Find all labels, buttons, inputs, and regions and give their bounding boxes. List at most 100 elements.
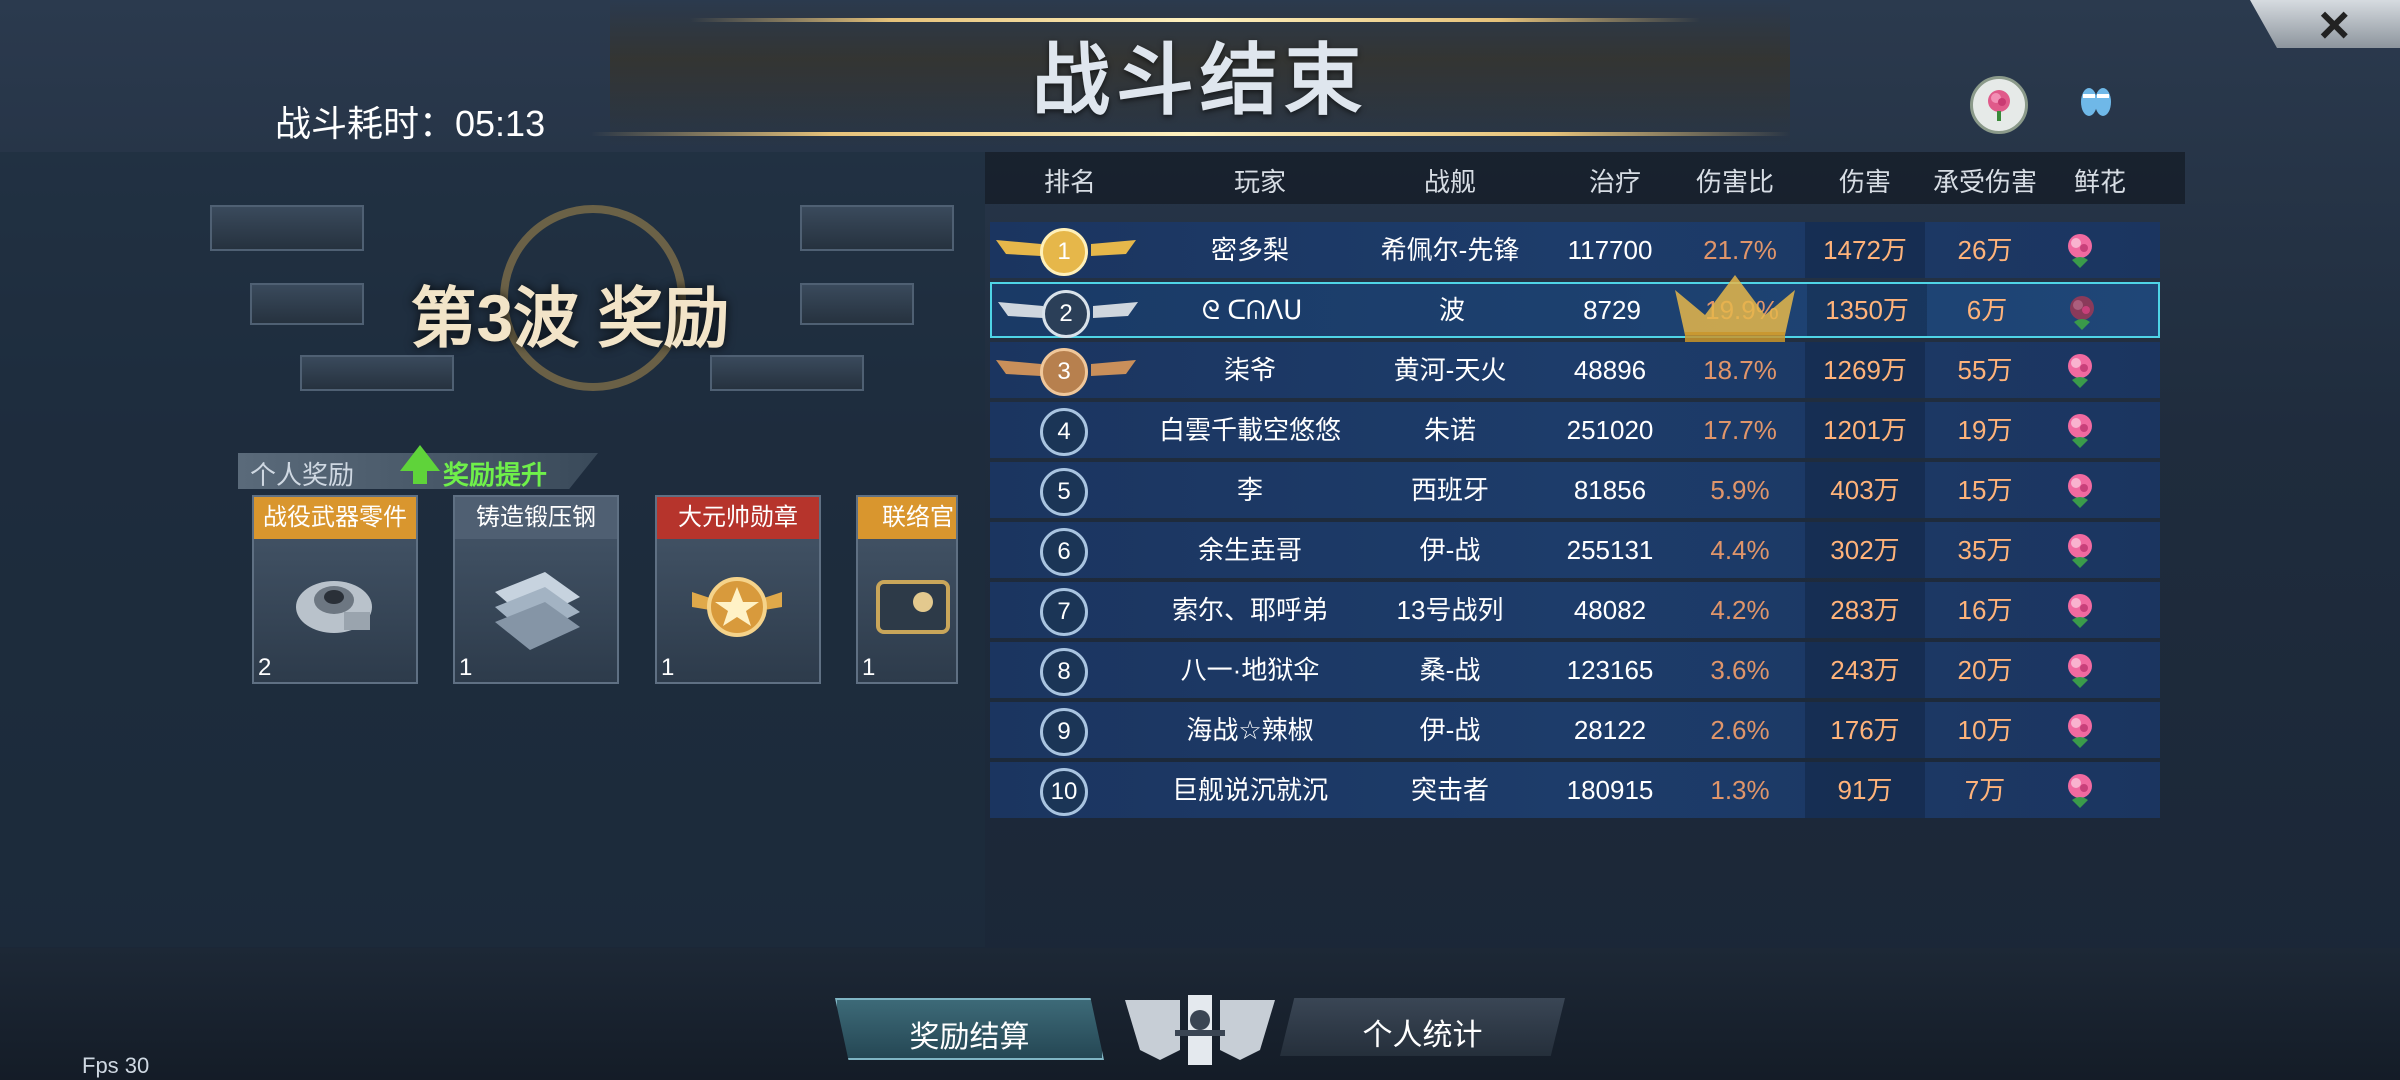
table-row[interactable]: 1 密多梨 希佩尔-先锋 117700 21.7% 1472万 26万 [990,222,2160,278]
player-name: 巨舰说沉就沉 [1171,775,1328,805]
rose-icon[interactable] [2060,650,2100,690]
player-name: 海战☆辣椒 [1186,715,1314,745]
rose-icon[interactable] [2060,710,2100,750]
header-flowers: 鲜花 [2073,167,2126,197]
table-row[interactable]: 10 巨舰说沉就沉 突击者 180915 1.3% 91万 7万 [990,762,2160,818]
item-quantity: 2 [258,654,272,681]
rose-icon[interactable] [2060,470,2100,510]
heal-value: 8729 [1583,295,1641,325]
personal-stats-button[interactable]: 个人统计 [1280,998,1565,1056]
player-name: 白雲千載空悠悠 [1158,415,1341,445]
personal-reward-tab-label: 个人奖励 [250,460,355,490]
ship-name: 黄河-天火 [1393,355,1507,385]
reward-item-marshal-medal[interactable]: 大元帅勋章 1 [655,495,821,684]
damage-taken: 26万 [1957,235,2013,265]
damage-value: 1472万 [1823,235,1907,265]
player-name: ᘓ ᑕᕬᐱᑌ [1201,295,1303,325]
reward-item-liaison-officer[interactable]: 联络官 1 [856,495,958,684]
header-player: 玩家 [1233,167,1286,197]
ship-name: 13号战列 [1396,595,1504,625]
table-row[interactable]: 2ᘓ ᑕᕬᐱᑌ波872919.9%1350万6万 [990,282,2160,338]
damage-value: 1350万 [1825,295,1909,325]
weapon-part-icon [296,581,372,633]
heal-value: 28122 [1573,715,1647,745]
header-damage-taken: 承受伤害 [1932,167,2037,197]
damage-value: 1201万 [1823,415,1907,445]
header-damage-ratio: 伤害比 [1695,167,1774,197]
reward-item-weapon-parts[interactable]: 战役武器零件 2 [252,495,418,684]
damage-value: 302万 [1830,535,1900,565]
wave-reward-title: 第3波 奖励 [410,281,730,355]
rank-badge: 9 [1040,708,1088,756]
item-quantity: 1 [661,654,675,681]
rank-badge: 2 [1042,290,1090,338]
rank-badge: 4 [1040,408,1088,456]
ship-name: 伊-战 [1419,715,1481,745]
heal-value: 48082 [1573,595,1647,625]
rose-icon[interactable] [2060,770,2100,810]
item-name: 铸造锻压钢 [455,497,617,539]
player-name: 柒爷 [1223,355,1276,385]
table-row[interactable]: 8 八一·地狱伞 桑-战 123165 3.6% 243万 20万 [990,642,2160,698]
table-row[interactable]: 3 柒爷 黄河-天火 48896 18.7% 1269万 55万 [990,342,2160,398]
heal-value: 123165 [1566,655,1654,685]
damage-taken: 35万 [1957,535,2013,565]
damage-ratio: 18.7% [1703,355,1777,385]
rose-icon[interactable] [2062,292,2102,332]
player-name: 密多梨 [1210,235,1289,265]
ship-name: 突击者 [1410,775,1489,805]
battle-time: 战斗耗时：05:13 [275,103,546,144]
damage-taken: 7万 [1964,775,2006,805]
ship-name: 西班牙 [1410,475,1489,505]
fps-counter: Fps 30 [82,1053,150,1078]
player-name: 余生垚哥 [1197,535,1302,565]
damage-ratio: 4.2% [1710,595,1770,625]
damage-taken: 55万 [1957,355,2013,385]
damage-taken: 16万 [1957,595,2013,625]
rank-badge: 1 [1040,228,1088,276]
slippers-icon[interactable] [2070,76,2122,128]
header-heal: 治疗 [1588,167,1641,197]
card-icon [876,580,950,634]
damage-taken: 20万 [1957,655,2013,685]
damage-ratio: 1.3% [1710,775,1770,805]
damage-value: 243万 [1830,655,1900,685]
item-name: 战役武器零件 [254,497,416,539]
upgrade-arrow-icon [400,445,440,471]
table-row[interactable]: 5 李 西班牙 81856 5.9% 403万 15万 [990,462,2160,518]
damage-ratio: 2.6% [1710,715,1770,745]
heal-value: 255131 [1566,535,1654,565]
upgrade-label: 奖励提升 [443,460,548,490]
reward-item-forged-steel[interactable]: 铸造锻压钢 1 [453,495,619,684]
table-row[interactable]: 9 海战☆辣椒 伊-战 28122 2.6% 176万 10万 [990,702,2160,758]
rose-icon[interactable] [2060,590,2100,630]
damage-taken: 19万 [1957,415,2013,445]
medal-icon [692,577,782,637]
heal-value: 48896 [1573,355,1647,385]
ship-name: 波 [1438,295,1465,325]
anchor-emblem-icon [1125,995,1275,1065]
heal-value: 180915 [1566,775,1654,805]
table-row[interactable]: 4 白雲千載空悠悠 朱诺 251020 17.7% 1201万 19万 [990,402,2160,458]
damage-taken: 15万 [1957,475,2013,505]
ship-name: 桑-战 [1419,655,1481,685]
gold-trim-bottom [590,132,1790,136]
reward-settlement-label: 奖励结算 [909,1021,1030,1054]
rank-badge: 5 [1040,468,1088,516]
personal-stats-label: 个人统计 [1362,1019,1483,1052]
rose-icon[interactable] [2060,230,2100,270]
rose-icon[interactable] [2060,350,2100,390]
damage-taken: 10万 [1957,715,2013,745]
table-row[interactable]: 6 余生垚哥 伊-战 255131 4.4% 302万 35万 [990,522,2160,578]
damage-value: 403万 [1830,475,1900,505]
player-name: 李 [1236,475,1263,505]
rose-icon[interactable] [2060,410,2100,450]
player-name: 索尔、耶呼弟 [1171,595,1328,625]
rose-icon[interactable] [1970,76,2028,134]
table-row[interactable]: 7 索尔、耶呼弟 13号战列 48082 4.2% 283万 16万 [990,582,2160,638]
damage-value: 91万 [1837,775,1893,805]
reward-settlement-button[interactable]: 奖励结算 [835,998,1104,1060]
rose-icon[interactable] [2060,530,2100,570]
heal-value: 251020 [1566,415,1654,445]
steel-plate-icon [495,572,580,650]
